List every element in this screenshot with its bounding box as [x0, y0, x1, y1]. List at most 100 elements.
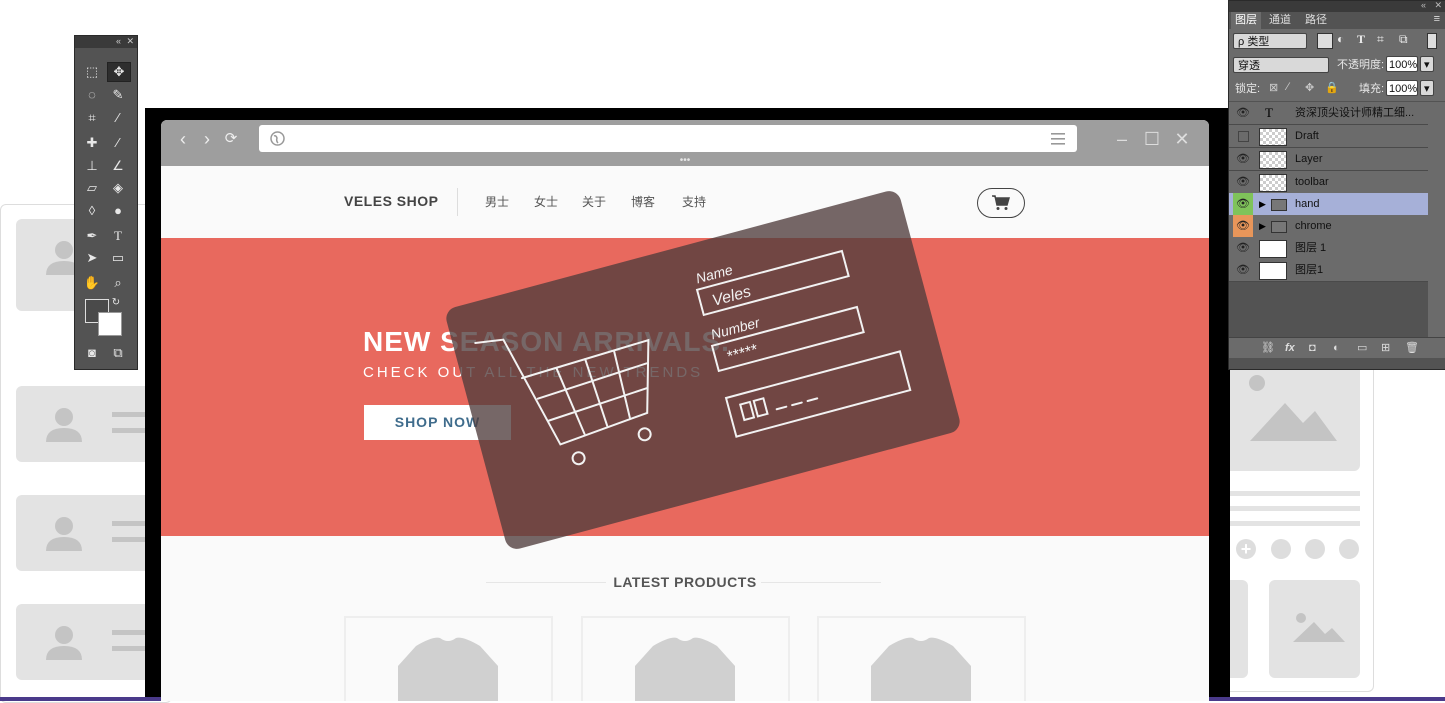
- tools-panel-header[interactable]: «✕: [75, 36, 137, 48]
- shape-tool-icon[interactable]: ▭: [107, 249, 129, 267]
- move-tool-icon[interactable]: ✥: [107, 62, 131, 82]
- sketch-name-label: Name: [694, 261, 734, 286]
- opacity-label: 不透明度:: [1337, 59, 1385, 71]
- paint-bucket-tool-icon[interactable]: ◈: [107, 179, 129, 197]
- quick-select-tool-icon[interactable]: ✎: [107, 86, 129, 104]
- nav-item-women[interactable]: 女士: [534, 193, 558, 210]
- eraser-tool-icon[interactable]: ▱: [81, 179, 103, 197]
- type-tool-icon[interactable]: T: [107, 227, 129, 245]
- close-icon[interactable]: ✕: [1171, 128, 1193, 150]
- stamp-tool-icon[interactable]: ⊥: [81, 157, 103, 175]
- layers-panel-header[interactable]: «✕: [1229, 0, 1445, 12]
- address-bar[interactable]: [259, 125, 1077, 152]
- background-color-swatch[interactable]: [98, 312, 122, 336]
- layer-row-layer1b[interactable]: 👁 图层1: [1229, 259, 1428, 282]
- eye-icon[interactable]: 👁: [1233, 148, 1253, 170]
- expand-arrow-icon[interactable]: ▶: [1259, 193, 1266, 215]
- blur-tool-icon[interactable]: ◊: [81, 202, 103, 220]
- path-select-tool-icon[interactable]: ➤: [81, 249, 103, 267]
- quick-mask-icon[interactable]: ◙: [81, 344, 103, 362]
- lock-pixels-icon[interactable]: ∕: [1287, 81, 1289, 93]
- dodge-tool-icon[interactable]: ●: [107, 202, 129, 220]
- opacity-dropdown-icon[interactable]: ▾: [1420, 56, 1434, 72]
- lock-position-icon[interactable]: ✥: [1305, 81, 1314, 94]
- lock-transparency-icon[interactable]: ⊠: [1269, 81, 1278, 94]
- nav-item-blog[interactable]: 博客: [631, 193, 655, 210]
- folder-icon: [1271, 199, 1287, 211]
- filter-adjustment-icon[interactable]: ◐: [1337, 32, 1344, 46]
- close-icon[interactable]: ✕: [1434, 0, 1442, 11]
- fill-input[interactable]: 100%: [1386, 80, 1418, 96]
- new-layer-icon[interactable]: ⊞: [1381, 338, 1390, 358]
- adjustment-layer-icon[interactable]: ◐: [1333, 338, 1340, 358]
- product-card[interactable]: [817, 616, 1026, 701]
- layer-mask-icon[interactable]: ◘: [1309, 338, 1316, 358]
- back-icon[interactable]: ‹: [173, 129, 193, 149]
- opacity-input[interactable]: 100%: [1386, 56, 1418, 72]
- fill-dropdown-icon[interactable]: ▾: [1420, 80, 1434, 96]
- expand-arrow-icon[interactable]: ▶: [1259, 215, 1266, 237]
- tab-paths[interactable]: 路径: [1301, 12, 1331, 29]
- healing-tool-icon[interactable]: ✚: [81, 134, 103, 152]
- layer-row-hand[interactable]: 👁 ▶ hand: [1229, 193, 1428, 216]
- marquee-tool-icon[interactable]: ⬚: [81, 63, 103, 81]
- cart-button[interactable]: [977, 188, 1025, 218]
- new-group-icon[interactable]: ▭: [1357, 338, 1367, 358]
- blend-mode-select[interactable]: 穿透: [1233, 57, 1329, 73]
- nav-item-men[interactable]: 男士: [485, 193, 509, 210]
- brush-tool-icon[interactable]: ∕: [107, 134, 129, 152]
- layer-row-draft[interactable]: Draft: [1229, 125, 1428, 148]
- trash-icon[interactable]: 🗑: [1405, 338, 1419, 358]
- eye-icon[interactable]: 👁: [1233, 171, 1253, 193]
- filter-toggle-icon[interactable]: [1427, 33, 1437, 49]
- filter-pixel-icon[interactable]: [1317, 33, 1333, 49]
- minimize-icon[interactable]: –: [1111, 128, 1133, 150]
- eyedropper-tool-icon[interactable]: ⁄: [107, 109, 129, 127]
- layer-style-icon[interactable]: fx: [1285, 338, 1295, 358]
- zoom-tool-icon[interactable]: ⌕: [107, 274, 129, 292]
- collapse-icon[interactable]: «: [116, 36, 121, 46]
- maximize-icon[interactable]: ☐: [1141, 128, 1163, 150]
- screen-mode-icon[interactable]: ⧉: [107, 344, 129, 362]
- layer-row-layer1a[interactable]: 👁 图层 1: [1229, 237, 1428, 260]
- drag-handle[interactable]: •••: [161, 156, 1209, 166]
- eye-icon[interactable]: 👁: [1233, 237, 1253, 259]
- swap-colors-icon[interactable]: ↻: [109, 294, 123, 312]
- smart-object-thumbnail: [1259, 151, 1287, 169]
- site-logo[interactable]: VELES SHOP: [344, 193, 438, 209]
- panel-menu-icon[interactable]: ≡: [1434, 13, 1440, 25]
- filter-smart-object-icon[interactable]: ⧉: [1399, 32, 1408, 47]
- layer-row-layer[interactable]: 👁 Layer: [1229, 148, 1428, 171]
- tab-layers[interactable]: 图层: [1231, 12, 1261, 29]
- menu-icon[interactable]: [1051, 132, 1065, 145]
- nav-item-support[interactable]: 支持: [682, 193, 706, 210]
- filter-kind-select[interactable]: ρ 类型: [1233, 33, 1307, 49]
- pen-tool-icon[interactable]: ✒: [81, 227, 103, 245]
- layers-scrollbar[interactable]: [1428, 102, 1445, 337]
- eye-icon[interactable]: 👁: [1233, 193, 1253, 215]
- layer-name: Draft: [1295, 130, 1319, 142]
- link-layers-icon[interactable]: ⛓: [1261, 338, 1275, 358]
- forward-icon[interactable]: ›: [197, 129, 217, 149]
- filter-shape-icon[interactable]: ⌗: [1377, 32, 1384, 47]
- history-brush-tool-icon[interactable]: ∠: [107, 157, 129, 175]
- collapse-icon[interactable]: «: [1421, 0, 1426, 10]
- visibility-toggle[interactable]: [1233, 125, 1253, 147]
- reload-icon[interactable]: ⟳: [221, 129, 241, 149]
- tab-channels[interactable]: 通道: [1265, 12, 1295, 29]
- product-card[interactable]: [581, 616, 790, 701]
- eye-icon[interactable]: 👁: [1233, 215, 1253, 237]
- layer-row-chrome[interactable]: 👁 ▶ chrome: [1229, 215, 1428, 238]
- nav-item-about[interactable]: 关于: [582, 193, 606, 210]
- lock-all-icon[interactable]: 🔒: [1325, 81, 1339, 94]
- product-card[interactable]: [344, 616, 553, 701]
- close-icon[interactable]: ✕: [126, 36, 134, 47]
- filter-type-icon[interactable]: T: [1357, 32, 1365, 47]
- hand-tool-icon[interactable]: ✋: [81, 274, 103, 292]
- eye-icon[interactable]: 👁: [1233, 259, 1253, 281]
- lasso-tool-icon[interactable]: ◌: [81, 86, 103, 104]
- layer-row-text[interactable]: 👁 T 资深顶尖设计师精工细...: [1229, 102, 1428, 125]
- layer-row-toolbar[interactable]: 👁 toolbar: [1229, 171, 1428, 194]
- eye-icon[interactable]: 👁: [1233, 102, 1253, 124]
- crop-tool-icon[interactable]: ⌗: [81, 109, 103, 127]
